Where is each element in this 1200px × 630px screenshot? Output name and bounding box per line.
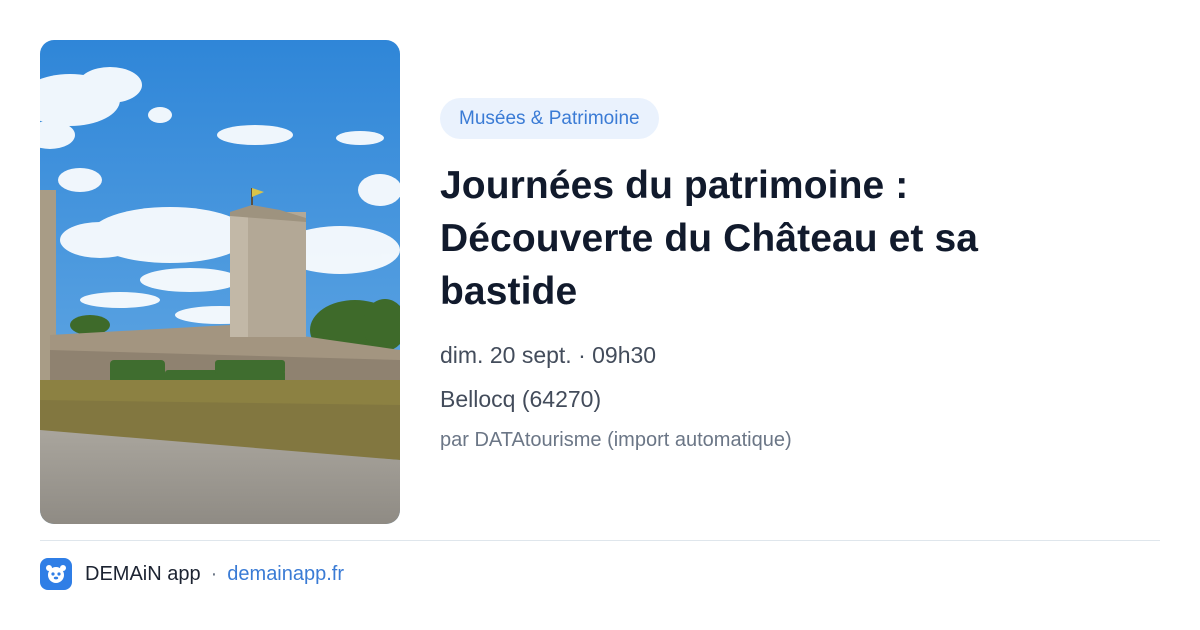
category-badge[interactable]: Musées & Patrimoine <box>440 98 659 139</box>
event-info: Musées & Patrimoine Journées du patrimoi… <box>440 98 1160 454</box>
footer: DEMAiN app · demainapp.fr <box>40 558 344 590</box>
event-source: par DATAtourisme (import automatique) <box>440 429 792 451</box>
event-title: Journées du patrimoine : Découverte du C… <box>440 164 979 313</box>
app-name: DEMAiN app <box>85 562 201 585</box>
event-date: dim. 20 sept. · 09h30 <box>440 342 657 368</box>
footer-separator: · <box>210 562 218 585</box>
event-photo <box>40 40 400 524</box>
footer-divider <box>40 540 1160 541</box>
app-domain-link[interactable]: demainapp.fr <box>227 563 344 586</box>
event-location: Bellocq (64270) <box>440 386 602 412</box>
castle-photo <box>40 40 400 524</box>
demain-app-icon <box>40 558 72 590</box>
